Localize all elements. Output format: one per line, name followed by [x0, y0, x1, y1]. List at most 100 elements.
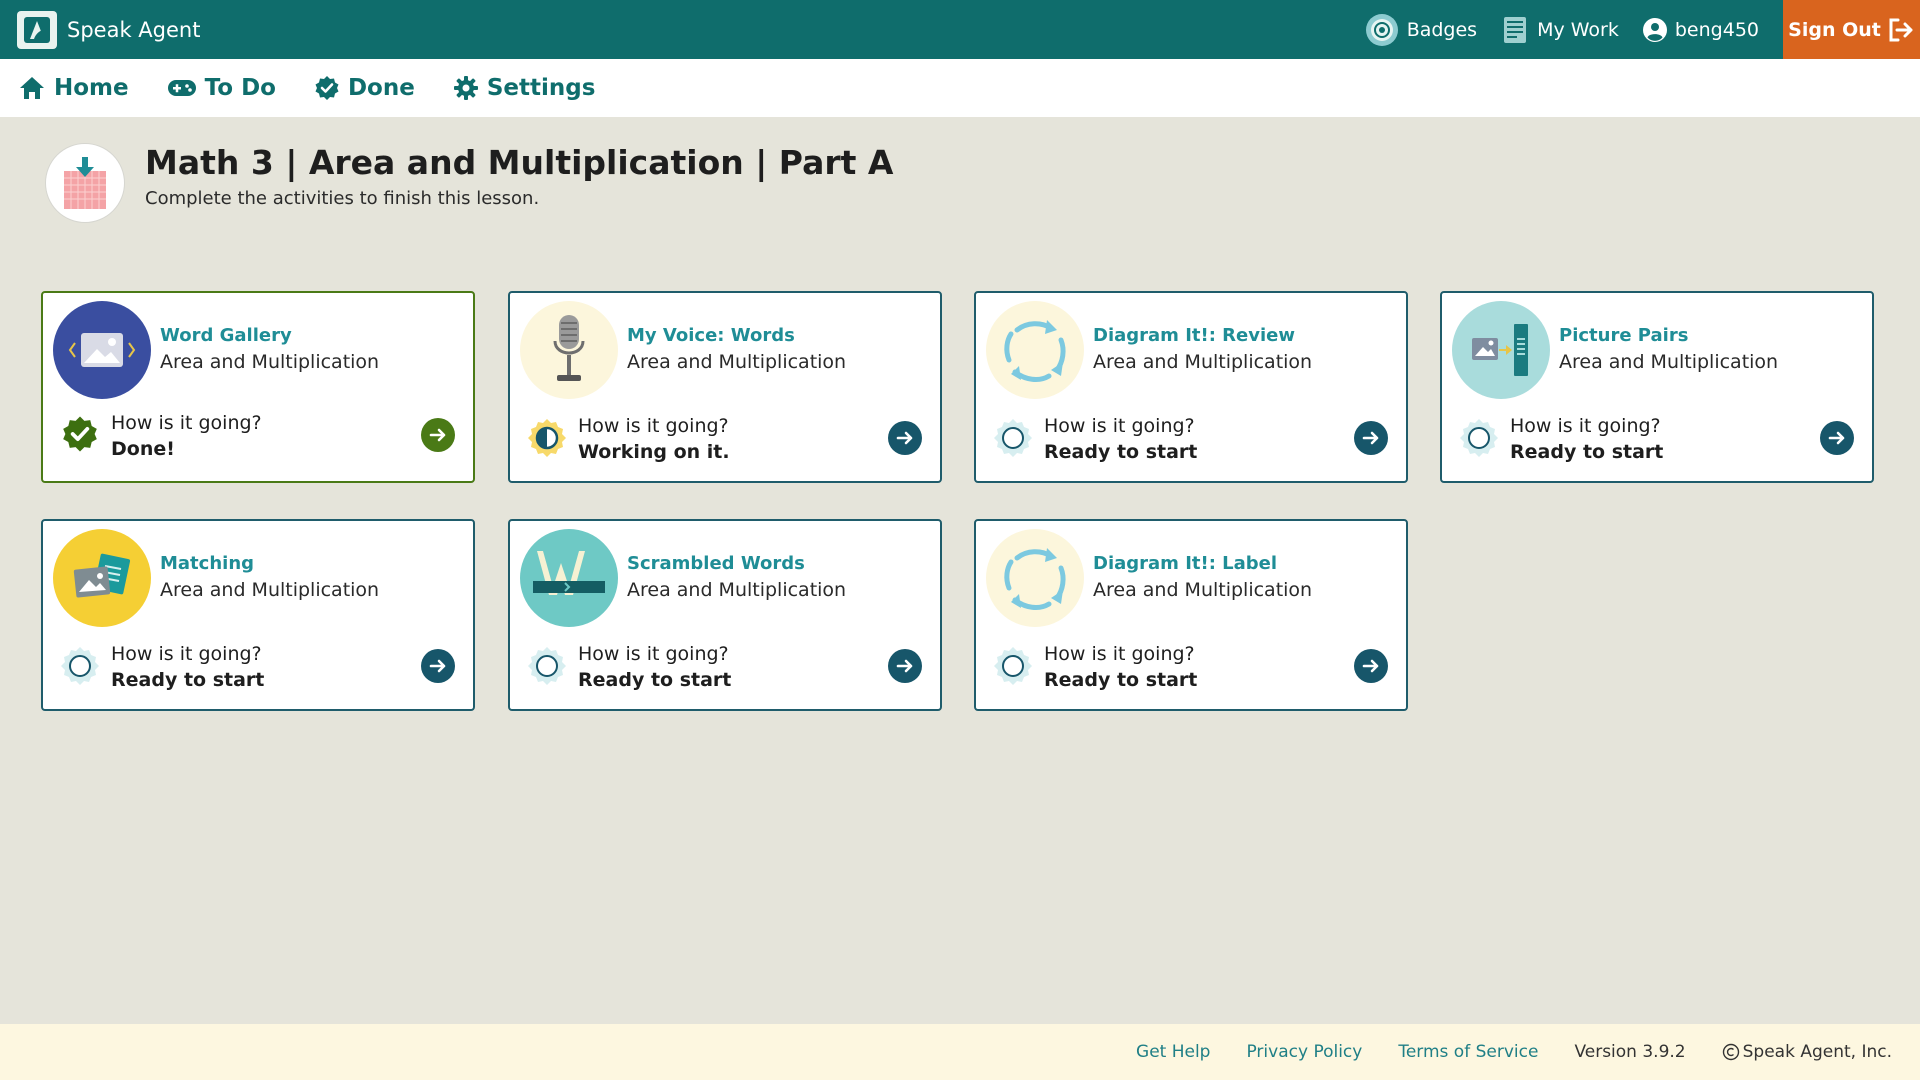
home-icon — [18, 75, 46, 101]
go-arrow-button[interactable] — [1354, 649, 1388, 683]
go-arrow-button[interactable] — [421, 649, 455, 683]
activity-name: Picture Pairs — [1559, 325, 1689, 346]
status-question: How is it going? — [111, 412, 262, 434]
copyright-text: Speak Agent, Inc. — [1742, 1042, 1892, 1062]
user-account[interactable]: beng450 — [1642, 17, 1759, 42]
matching-cards-icon — [53, 529, 151, 627]
brand[interactable]: Speak Agent — [17, 10, 200, 49]
status-value: Ready to start — [578, 669, 732, 691]
ready-circle-icon — [1459, 418, 1499, 458]
badge-icon — [1365, 13, 1399, 47]
arrow-right-icon — [1362, 659, 1379, 673]
nav-settings[interactable]: Settings — [453, 75, 596, 101]
arrow-right-icon — [896, 431, 913, 445]
activity-topic: Area and Multiplication — [160, 579, 380, 601]
activity-card-word-gallery[interactable]: Word Gallery Area and Multiplication How… — [41, 291, 475, 483]
microphone-icon — [520, 301, 618, 399]
activity-card-matching[interactable]: Matching Area and Multiplication How is … — [41, 519, 475, 711]
user-avatar-icon — [1642, 17, 1667, 42]
status-value: Ready to start — [111, 669, 265, 691]
image-gallery-icon — [53, 301, 151, 399]
status-question: How is it going? — [1510, 415, 1661, 437]
gamepad-icon — [167, 77, 197, 99]
terms-of-service-link[interactable]: Terms of Service — [1398, 1042, 1538, 1062]
nav-home[interactable]: Home — [18, 75, 129, 101]
status-question: How is it going? — [1044, 415, 1195, 437]
footer: Get Help Privacy Policy Terms of Service… — [0, 1024, 1920, 1080]
lesson-header: Math 3 | Area and Multiplication | Part … — [45, 143, 893, 223]
status-value: Ready to start — [1044, 441, 1198, 463]
badges-label: Badges — [1406, 18, 1478, 41]
sign-out-label: Sign Out — [1788, 18, 1881, 41]
activity-card-diagram-it-label[interactable]: Diagram It!: Label Area and Multiplicati… — [974, 519, 1408, 711]
username: beng450 — [1674, 18, 1759, 41]
status-value: Working on it. — [578, 441, 730, 463]
lesson-title: Math 3 | Area and Multiplication | Part … — [145, 143, 894, 182]
activity-topic: Area and Multiplication — [1093, 579, 1313, 601]
activity-topic: Area and Multiplication — [1093, 351, 1313, 373]
status-question: How is it going? — [111, 643, 262, 665]
done-check-icon — [60, 414, 100, 454]
in-progress-icon — [527, 418, 567, 458]
my-work-label: My Work — [1537, 18, 1619, 41]
sign-out-button[interactable]: Sign Out — [1783, 0, 1920, 59]
nav-home-label: Home — [54, 75, 129, 101]
get-help-link[interactable]: Get Help — [1136, 1042, 1210, 1062]
status-value: Ready to start — [1510, 441, 1664, 463]
nav-done-label: Done — [347, 75, 415, 101]
activity-card-my-voice-words[interactable]: My Voice: Words Area and Multiplication … — [508, 291, 942, 483]
go-arrow-button[interactable] — [1820, 421, 1854, 455]
status-question: How is it going? — [578, 415, 729, 437]
go-arrow-button[interactable] — [421, 418, 455, 452]
my-work-link[interactable]: My Work — [1501, 15, 1619, 45]
lesson-area-grid-icon — [45, 143, 125, 223]
picture-pairs-icon — [1452, 301, 1550, 399]
version-text: Version 3.9.2 — [1574, 1042, 1686, 1062]
ready-circle-icon — [60, 646, 100, 686]
nav-settings-label: Settings — [486, 75, 596, 101]
arrow-right-icon — [1362, 431, 1379, 445]
status-value: Ready to start — [1044, 669, 1198, 691]
cycle-arrows-icon — [986, 301, 1084, 399]
activity-name: Scrambled Words — [627, 553, 805, 574]
status-question: How is it going? — [1044, 643, 1195, 665]
speak-agent-logo-icon — [17, 10, 57, 49]
activity-name: Diagram It!: Label — [1093, 553, 1278, 574]
go-arrow-button[interactable] — [888, 649, 922, 683]
status-value: Done! — [111, 438, 175, 460]
activity-topic: Area and Multiplication — [1559, 351, 1779, 373]
ready-circle-icon — [993, 418, 1033, 458]
nav-done[interactable]: Done — [314, 75, 415, 101]
cycle-arrows-icon — [986, 529, 1084, 627]
arrow-right-icon — [896, 659, 913, 673]
ready-circle-icon — [527, 646, 567, 686]
nav-todo[interactable]: To Do — [167, 75, 276, 101]
activity-name: Word Gallery — [160, 325, 292, 346]
sign-out-icon — [1887, 17, 1915, 43]
ready-circle-icon — [993, 646, 1033, 686]
copyright: Speak Agent, Inc. — [1722, 1042, 1892, 1062]
activity-card-diagram-it-review[interactable]: Diagram It!: Review Area and Multiplicat… — [974, 291, 1408, 483]
activity-card-picture-pairs[interactable]: Picture Pairs Area and Multiplication Ho… — [1440, 291, 1874, 483]
go-arrow-button[interactable] — [888, 421, 922, 455]
activity-card-scrambled-words[interactable]: Scrambled Words Area and Multiplication … — [508, 519, 942, 711]
go-arrow-button[interactable] — [1354, 421, 1388, 455]
gear-icon — [453, 75, 479, 101]
activity-topic: Area and Multiplication — [160, 351, 380, 373]
activity-topic: Area and Multiplication — [627, 351, 847, 373]
nav-todo-label: To Do — [204, 75, 276, 101]
privacy-policy-link[interactable]: Privacy Policy — [1246, 1042, 1362, 1062]
main-nav: Home To Do Done Settings — [0, 59, 1920, 117]
badges-link[interactable]: Badges — [1365, 13, 1477, 47]
scrambled-letter-icon — [520, 529, 618, 627]
arrow-right-icon — [429, 659, 446, 673]
arrow-right-icon — [429, 428, 446, 442]
activity-name: My Voice: Words — [627, 325, 795, 346]
check-badge-icon — [314, 75, 340, 101]
copyright-icon — [1722, 1043, 1739, 1061]
arrow-right-icon — [1828, 431, 1845, 445]
lesson-subtitle: Complete the activities to finish this l… — [145, 188, 540, 209]
activity-topic: Area and Multiplication — [627, 579, 847, 601]
top-bar: Speak Agent Badges My Work beng450 Sign … — [0, 0, 1920, 59]
activity-name: Matching — [160, 553, 255, 574]
